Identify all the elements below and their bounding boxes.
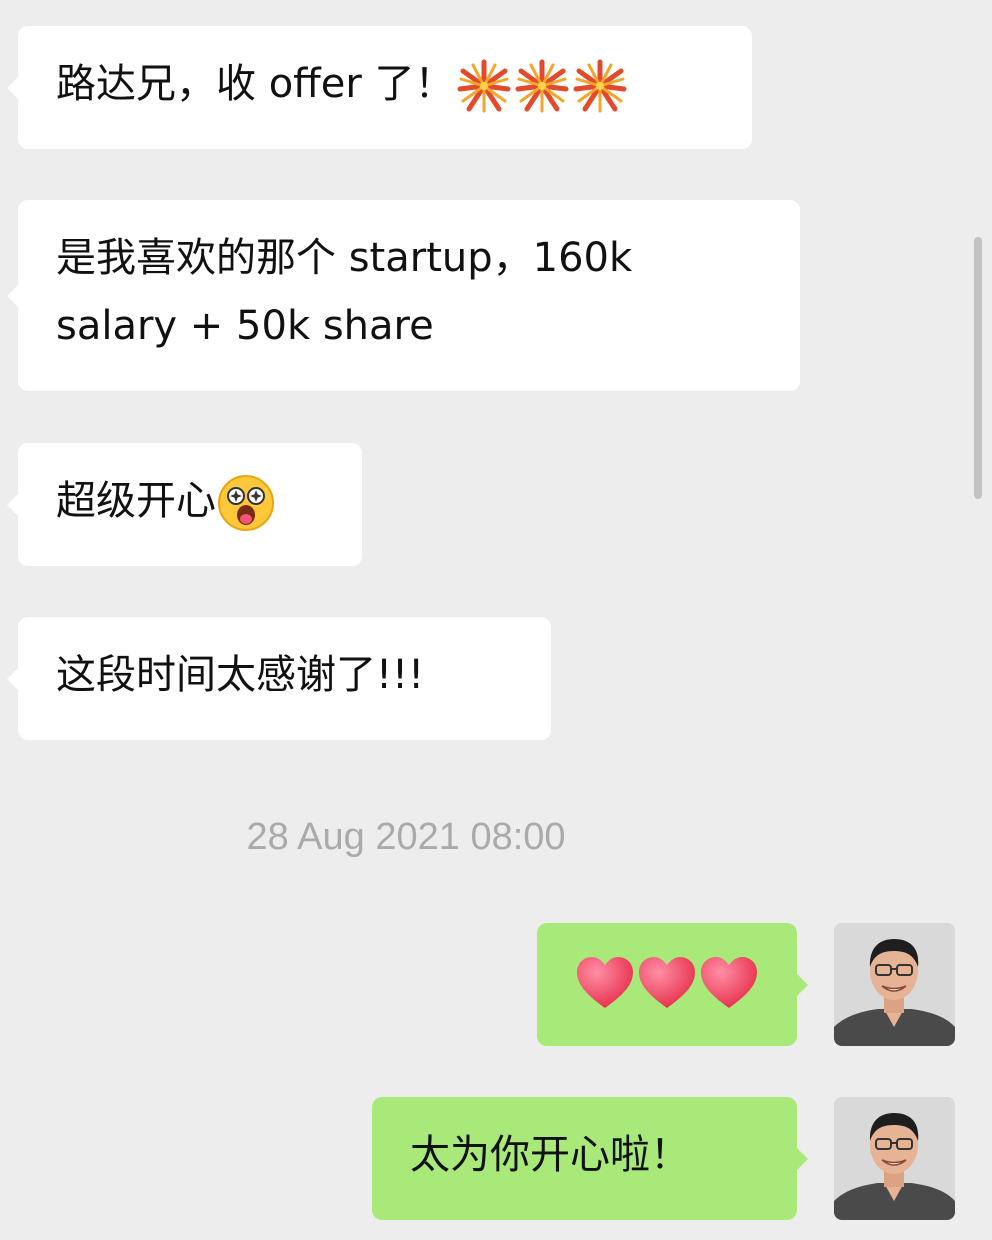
message-text: 太为你开心啦！	[410, 1132, 690, 1178]
outgoing-message-bubble[interactable]	[537, 923, 808, 1046]
star-struck-icon	[218, 475, 274, 531]
fireworks-icon	[457, 59, 511, 113]
message-text: 超级开心	[56, 478, 216, 524]
message-text: 这段时间太感谢了!!!	[56, 652, 425, 698]
avatar-photo-icon	[834, 923, 955, 1046]
avatar-photo-icon	[834, 1097, 955, 1220]
incoming-message-bubble[interactable]: 这段时间太感谢了!!!	[7, 617, 551, 740]
fireworks-icon	[515, 59, 569, 113]
outgoing-message-bubble[interactable]: 太为你开心啦！	[372, 1097, 808, 1220]
timestamp-divider: 28 Aug 2021 08:00	[246, 816, 566, 858]
fireworks-emoji-group	[455, 59, 629, 113]
scrollbar-thumb[interactable]	[974, 237, 982, 499]
incoming-message-bubble[interactable]: 路达兄，收 offer 了！	[7, 26, 752, 149]
red-heart-icon	[701, 957, 757, 1008]
message-text: 路达兄，收 offer 了！	[56, 61, 455, 107]
message-text-line: 是我喜欢的那个 startup，160k	[56, 235, 633, 281]
red-heart-icon	[577, 957, 633, 1008]
chat-conversation: 路达兄，收 offer 了！ 是我喜欢的那个 startup，160k sala…	[0, 0, 992, 1240]
user-avatar[interactable]	[834, 923, 955, 1046]
fireworks-icon	[573, 59, 627, 113]
incoming-message-bubble[interactable]: 是我喜欢的那个 startup，160k salary + 50k share	[7, 200, 800, 391]
user-avatar[interactable]	[834, 1097, 955, 1220]
message-text-line: salary + 50k share	[56, 303, 434, 349]
red-heart-icon	[639, 957, 695, 1008]
incoming-message-bubble[interactable]: 超级开心	[7, 443, 362, 566]
